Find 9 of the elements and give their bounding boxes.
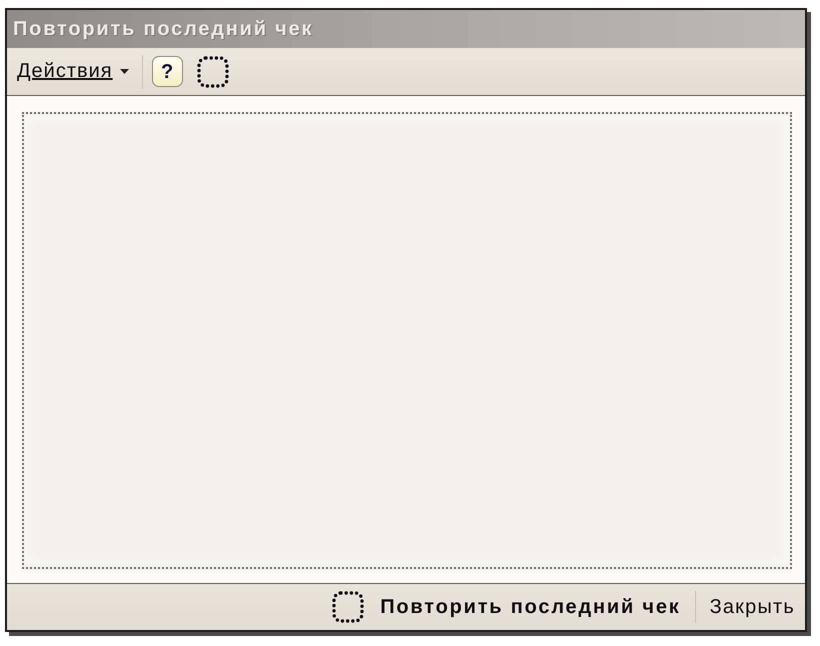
close-button[interactable]: Закрыть bbox=[708, 594, 797, 620]
caret-icon bbox=[120, 69, 129, 74]
actions-menu[interactable]: Действия bbox=[15, 58, 131, 85]
help-button[interactable]: ? bbox=[152, 56, 183, 87]
dotted-square-icon bbox=[196, 56, 229, 88]
repeat-check-button[interactable]: Повторить последний чек bbox=[330, 589, 683, 625]
toolbar-icon-button[interactable] bbox=[196, 56, 229, 88]
window-title: Повторить последний чек bbox=[13, 18, 314, 40]
dotted-square-icon bbox=[332, 591, 364, 623]
